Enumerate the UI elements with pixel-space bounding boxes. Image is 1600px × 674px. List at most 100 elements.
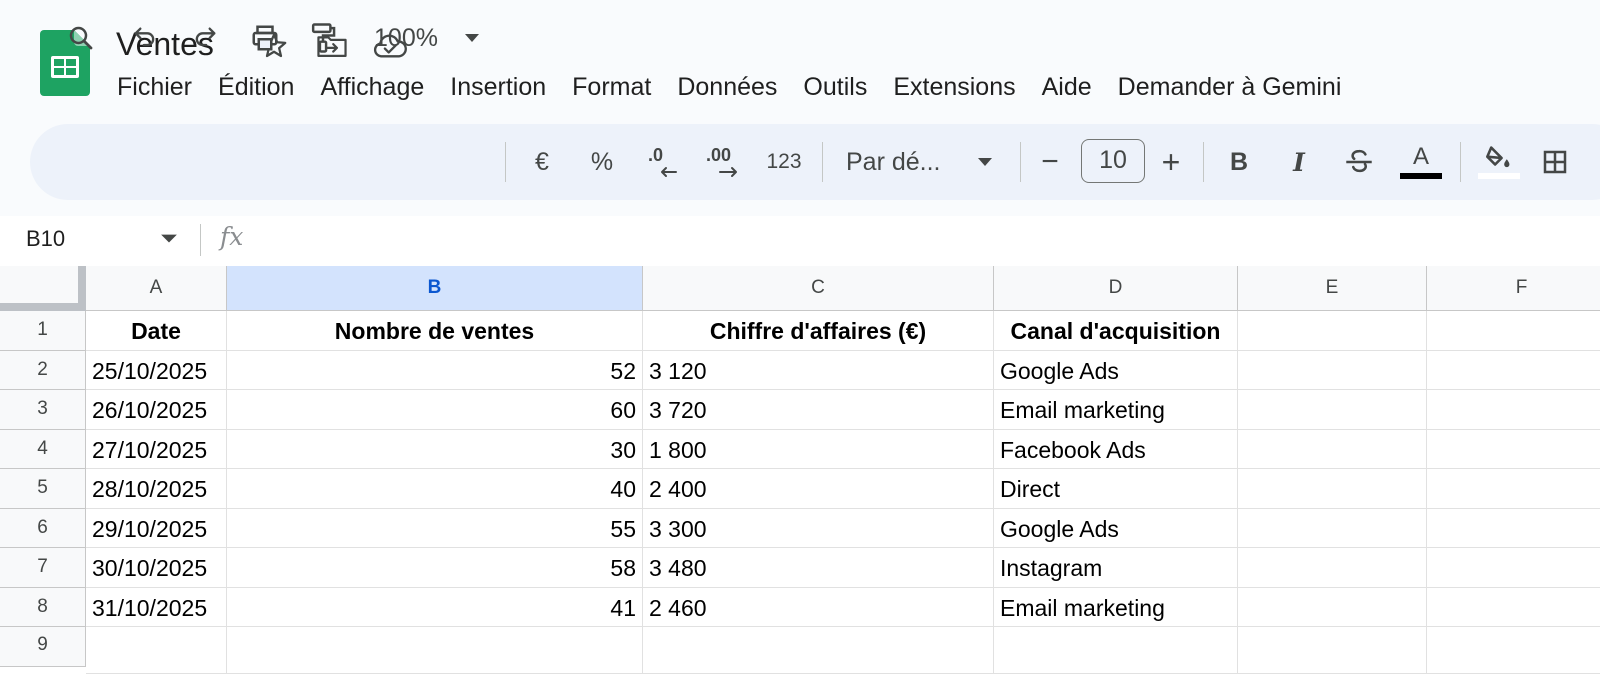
row-header-7[interactable]: 7 [0,548,86,588]
cell-f3[interactable] [1427,390,1600,430]
decrease-decimals-button[interactable]: .0 [638,124,686,200]
cell-a6[interactable]: 29/10/2025 [86,509,227,548]
row-header-6[interactable]: 6 [0,509,86,548]
cell-f8[interactable] [1427,588,1600,627]
frozen-row-handle[interactable] [0,303,86,311]
cell-c4[interactable]: 1 800 [643,430,994,469]
cell-e9[interactable] [1238,627,1427,674]
text-color-button[interactable]: A [1398,124,1444,200]
zoom-select[interactable]: 100% [362,0,450,76]
row-header-8[interactable]: 8 [0,588,86,627]
formula-input[interactable] [262,222,1562,256]
cell-b5[interactable]: 40 [227,469,643,509]
menu-ask-gemini[interactable]: Demander à Gemini [1105,68,1355,106]
cell-f7[interactable] [1427,548,1600,588]
font-family-select[interactable]: Par dé... [846,124,958,200]
row-header-3[interactable]: 3 [0,390,86,430]
more-formats-button[interactable]: 123 [760,124,808,200]
cell-a4[interactable]: 27/10/2025 [86,430,227,469]
column-header-d[interactable]: D [994,266,1238,311]
cell-c9[interactable] [643,627,994,674]
row-header-5[interactable]: 5 [0,469,86,509]
row-header-4[interactable]: 4 [0,430,86,469]
cell-f5[interactable] [1427,469,1600,509]
print-icon[interactable] [242,0,288,76]
cell-a1[interactable]: Date [86,311,227,351]
menu-extensions[interactable]: Extensions [880,68,1028,106]
bold-button[interactable]: B [1218,124,1260,200]
italic-button[interactable]: I [1278,124,1320,200]
menu-tools[interactable]: Outils [790,68,880,106]
increase-decimals-button[interactable]: .00 [698,124,750,200]
cell-d5[interactable]: Direct [994,469,1238,509]
name-box[interactable]: B10 [26,224,65,254]
zoom-dropdown-arrow-icon[interactable] [458,0,486,76]
cell-e5[interactable] [1238,469,1427,509]
cell-e8[interactable] [1238,588,1427,627]
column-header-e[interactable]: E [1238,266,1427,311]
row-header-1[interactable]: 1 [0,311,86,351]
cell-d4[interactable]: Facebook Ads [994,430,1238,469]
fill-color-button[interactable] [1476,124,1522,200]
cell-c1[interactable]: Chiffre d'affaires (€) [643,311,994,351]
cell-c5[interactable]: 2 400 [643,469,994,509]
cell-c8[interactable]: 2 460 [643,588,994,627]
cell-d2[interactable]: Google Ads [994,351,1238,390]
undo-icon[interactable] [122,0,168,76]
name-box-dropdown-icon[interactable] [160,228,178,253]
cell-e3[interactable] [1238,390,1427,430]
cell-a8[interactable]: 31/10/2025 [86,588,227,627]
cell-f9[interactable] [1427,627,1600,674]
cell-b6[interactable]: 55 [227,509,643,548]
cell-b4[interactable]: 30 [227,430,643,469]
cell-b1[interactable]: Nombre de ventes [227,311,643,351]
cell-d1[interactable]: Canal d'acquisition [994,311,1238,351]
cell-f1[interactable] [1427,311,1600,351]
cell-a2[interactable]: 25/10/2025 [86,351,227,390]
strikethrough-icon[interactable] [1338,124,1380,200]
font-dropdown-arrow-icon[interactable] [972,124,998,200]
search-menus-icon[interactable] [56,0,106,76]
cell-b3[interactable]: 60 [227,390,643,430]
increase-font-size-button[interactable]: + [1152,124,1190,200]
cell-d3[interactable]: Email marketing [994,390,1238,430]
menu-format[interactable]: Format [559,68,664,106]
cell-e4[interactable] [1238,430,1427,469]
paint-format-icon[interactable] [300,0,346,76]
cell-c2[interactable]: 3 120 [643,351,994,390]
format-currency-button[interactable]: € [520,124,564,200]
cell-a5[interactable]: 28/10/2025 [86,469,227,509]
cell-c6[interactable]: 3 300 [643,509,994,548]
cell-f2[interactable] [1427,351,1600,390]
cell-e6[interactable] [1238,509,1427,548]
cell-b8[interactable]: 41 [227,588,643,627]
font-size-input[interactable]: 10 [1081,139,1145,183]
menu-help[interactable]: Aide [1029,68,1105,106]
cell-a3[interactable]: 26/10/2025 [86,390,227,430]
cell-a9[interactable] [86,627,227,674]
cell-d9[interactable] [994,627,1238,674]
borders-icon[interactable] [1540,124,1580,200]
cell-b7[interactable]: 58 [227,548,643,588]
cell-c7[interactable]: 3 480 [643,548,994,588]
cell-f6[interactable] [1427,509,1600,548]
cell-a7[interactable]: 30/10/2025 [86,548,227,588]
row-header-9[interactable]: 9 [0,627,86,667]
column-header-a[interactable]: A [86,266,227,311]
redo-icon[interactable] [182,0,228,76]
format-percent-button[interactable]: % [580,124,624,200]
cell-e2[interactable] [1238,351,1427,390]
cell-b2[interactable]: 52 [227,351,643,390]
column-header-f[interactable]: F [1427,266,1600,311]
cell-e7[interactable] [1238,548,1427,588]
cell-d6[interactable]: Google Ads [994,509,1238,548]
cell-e1[interactable] [1238,311,1427,351]
cell-f4[interactable] [1427,430,1600,469]
decrease-font-size-button[interactable]: − [1032,124,1068,200]
menu-insert[interactable]: Insertion [437,68,559,106]
cell-c3[interactable]: 3 720 [643,390,994,430]
row-header-2[interactable]: 2 [0,351,86,390]
column-header-b[interactable]: B [227,266,643,311]
cell-d8[interactable]: Email marketing [994,588,1238,627]
cell-b9[interactable] [227,627,643,674]
